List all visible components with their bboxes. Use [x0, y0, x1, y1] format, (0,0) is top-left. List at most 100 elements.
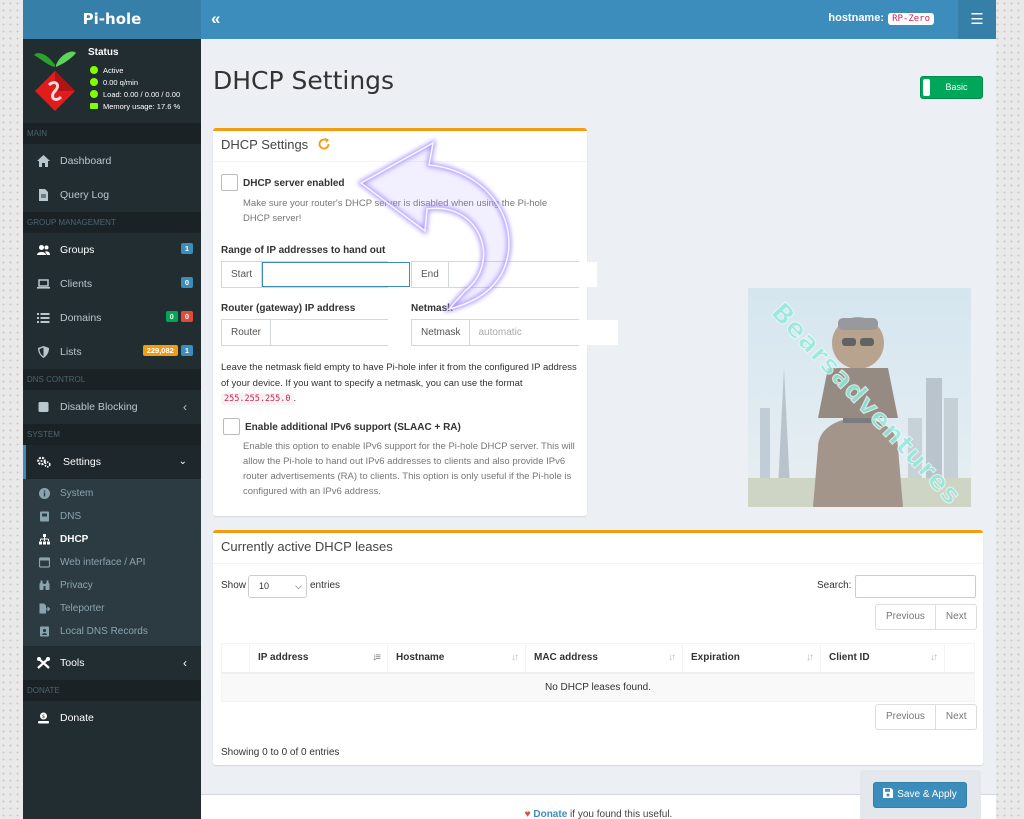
- router-input[interactable]: [271, 320, 420, 345]
- table-info: Showing 0 to 0 of 0 entries: [221, 747, 340, 758]
- col-mac-address-label: MAC address: [534, 652, 598, 664]
- netmask-input[interactable]: [470, 320, 619, 345]
- sidebar-sublabel-dns: DNS: [60, 511, 82, 522]
- col-hostname[interactable]: Hostname ↓↑: [387, 643, 526, 674]
- stop-icon: [37, 401, 50, 413]
- status-memory: Memory usage: 17.6 %: [90, 102, 180, 111]
- load-gauge-icon: [90, 90, 98, 98]
- netmask-group: Netmask: [411, 319, 619, 346]
- dhcp-enabled-label[interactable]: DHCP server enabled: [243, 178, 345, 189]
- sidebar-item-domains[interactable]: Domains 00: [23, 301, 201, 335]
- save-panel: Save & Apply: [860, 770, 981, 819]
- sidebar-sublabel-local-dns: Local DNS Records: [60, 626, 148, 637]
- sidebar-subitem-system[interactable]: System: [23, 482, 201, 505]
- basic-mode-toggle[interactable]: Basic: [920, 76, 983, 99]
- col-actions: [944, 643, 975, 674]
- sidebar: Status Active 0.00 q/min Load: 0.00 / 0.…: [23, 39, 201, 819]
- page-size-select[interactable]: 10 ⌵: [248, 575, 307, 598]
- sidebar-collapse-icon[interactable]: «: [211, 0, 220, 38]
- sidebar-item-groups[interactable]: Groups 1: [23, 233, 201, 267]
- sidebar-subitem-teleporter[interactable]: Teleporter: [23, 597, 201, 620]
- save-apply-button[interactable]: Save & Apply: [873, 782, 967, 808]
- info-circle-icon: [39, 488, 50, 499]
- chevron-left-icon: ‹: [183, 656, 187, 670]
- sidebar-header-system: SYSTEM: [23, 424, 201, 445]
- sidebar-sublabel-system: System: [60, 488, 94, 499]
- sidebar-item-settings[interactable]: Settings ⌄: [23, 445, 201, 479]
- ipv6-label[interactable]: Enable additional IPv6 support (SLAAC + …: [245, 422, 461, 433]
- dhcp-settings-box: DHCP Settings DHCP server enabled Make s…: [213, 128, 619, 516]
- refresh-icon[interactable]: [317, 133, 331, 161]
- svg-text:$: $: [42, 714, 45, 720]
- col-expiration[interactable]: Expiration ↓↑: [682, 643, 821, 674]
- footer-donate-suffix: if you found this useful.: [567, 809, 673, 819]
- col-ip-address[interactable]: IP address ↓≡: [249, 643, 388, 674]
- hamburger-menu-icon[interactable]: ☰: [958, 0, 996, 39]
- router-label: Router (gateway) IP address: [221, 303, 356, 314]
- sidebar-subitem-dhcp[interactable]: DHCP: [23, 528, 201, 551]
- netmask-note: Leave the netmask field empty to have Pi…: [221, 360, 577, 408]
- col-expiration-label: Expiration: [691, 652, 740, 664]
- dhcp-enabled-checkbox[interactable]: [221, 174, 238, 191]
- ipv6-help: Enable this option to enable IPv6 suppor…: [243, 441, 575, 497]
- sidebar-item-dashboard[interactable]: Dashboard: [23, 144, 201, 178]
- sitemap-icon: [39, 534, 50, 545]
- ipv6-checkbox[interactable]: [223, 418, 240, 435]
- sidebar-subitem-privacy[interactable]: Privacy: [23, 574, 201, 597]
- sidebar-header-group-management: GROUP MANAGEMENT: [23, 212, 201, 233]
- sort-icon: ↓↑: [668, 652, 676, 663]
- previous-button-top[interactable]: Previous: [876, 605, 935, 629]
- brand-logo[interactable]: Pi-hole: [23, 0, 201, 39]
- col-client-id-label: Client ID: [829, 652, 870, 664]
- hostname-display: hostname: RP-Zero: [828, 12, 934, 25]
- rate-dot-icon: [90, 78, 98, 86]
- leases-table: IP address ↓≡ Hostname ↓↑ MAC address ↓↑ Ex…: [221, 643, 975, 702]
- shield-icon: [37, 346, 50, 358]
- footer-donate-link[interactable]: Donate: [533, 809, 567, 819]
- sort-icon: ↓↑: [511, 652, 519, 663]
- sidebar-subitem-dns[interactable]: DNS: [23, 505, 201, 528]
- list-icon: [37, 312, 50, 324]
- next-button-bottom[interactable]: Next: [934, 705, 977, 729]
- sidebar-sublabel-privacy: Privacy: [60, 580, 93, 591]
- settings-submenu: System DNS DHCP Web interface / API Priv…: [23, 479, 201, 646]
- next-button-top[interactable]: Next: [934, 605, 977, 629]
- sidebar-item-tools[interactable]: Tools ‹: [23, 646, 201, 680]
- home-icon: [37, 155, 50, 167]
- col-mac-address[interactable]: MAC address ↓↑: [525, 643, 683, 674]
- dhcp-leases-box: Currently active DHCP leases Show 10 ⌵ e…: [213, 530, 983, 765]
- lists-domains-badge: 229,082: [142, 345, 178, 356]
- main-content: DHCP Settings Basic DHCP Settings DHCP s…: [201, 39, 996, 819]
- entries-label: entries: [310, 580, 341, 591]
- window-icon: [39, 557, 50, 568]
- col-ip-address-label: IP address: [258, 652, 309, 664]
- dhcp-leases-header: Currently active DHCP leases: [213, 533, 983, 564]
- sidebar-item-query-log[interactable]: Query Log: [23, 178, 201, 212]
- pihole-logo-icon: [34, 51, 76, 111]
- status-memory-text: Memory usage: 17.6 %: [103, 102, 181, 111]
- sidebar-subitem-local-dns[interactable]: Local DNS Records: [23, 620, 201, 643]
- netmask-note-text: Leave the netmask field empty to have Pi…: [221, 362, 577, 389]
- active-dot-icon: [90, 66, 98, 74]
- status-title: Status: [88, 47, 119, 58]
- col-client-id[interactable]: Client ID ↓↑: [820, 643, 945, 674]
- pagination-bottom: Previous Next: [875, 704, 978, 730]
- sidebar-item-lists[interactable]: Lists 229,082 1: [23, 335, 201, 369]
- lists-count-badge: 1: [180, 345, 193, 356]
- search-label: Search:: [817, 580, 852, 591]
- sidebar-item-clients[interactable]: Clients 0: [23, 267, 201, 301]
- chevron-down-icon: ⌵: [295, 581, 302, 591]
- app-window: Pi-hole « hostname: RP-Zero ☰ Status Act…: [23, 0, 996, 819]
- sidebar-label-donate: Donate: [60, 712, 94, 724]
- sidebar-label-lists: Lists: [60, 346, 82, 358]
- col-hostname-label: Hostname: [396, 652, 445, 664]
- previous-button-bottom[interactable]: Previous: [876, 705, 935, 729]
- status-load: Load: 0.00 / 0.00 / 0.00: [90, 90, 180, 99]
- sidebar-item-disable-blocking[interactable]: Disable Blocking ‹: [23, 390, 201, 424]
- status-rate: 0.00 q/min: [90, 78, 138, 87]
- show-label: Show: [221, 580, 247, 591]
- sort-icon: ↓↑: [806, 652, 814, 663]
- leases-search-input[interactable]: [855, 575, 976, 598]
- sidebar-subitem-web-interface[interactable]: Web interface / API: [23, 551, 201, 574]
- sidebar-item-donate[interactable]: $ Donate: [23, 701, 201, 735]
